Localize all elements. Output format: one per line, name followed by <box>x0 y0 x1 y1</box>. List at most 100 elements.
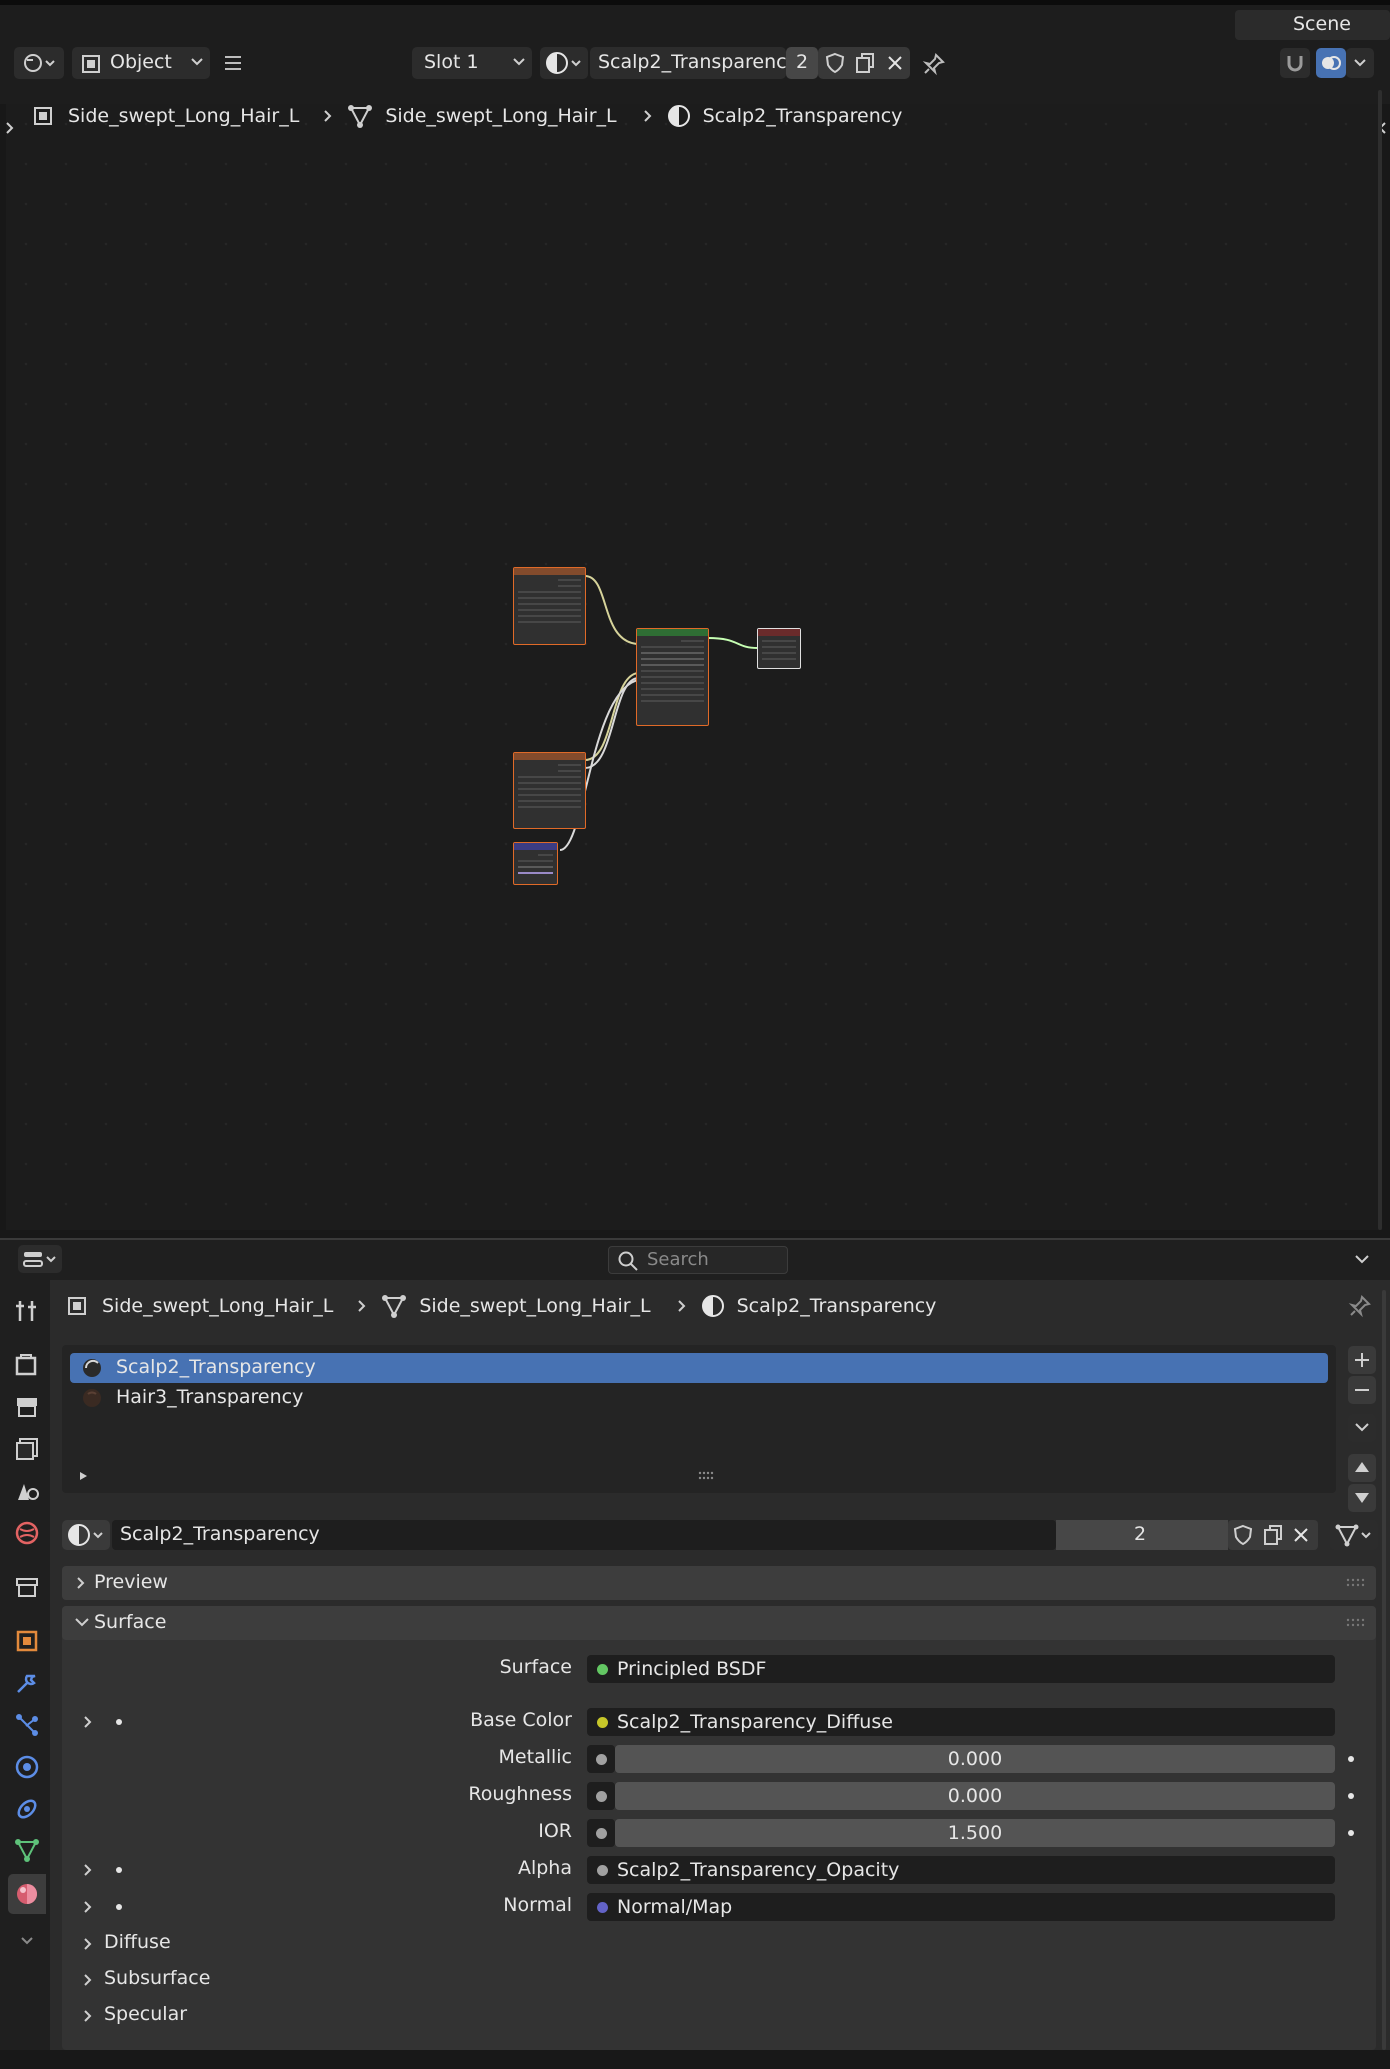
link-data-dropdown[interactable] <box>1330 1520 1378 1550</box>
pin-icon[interactable] <box>1348 1294 1372 1318</box>
output-tab-icon[interactable] <box>14 1394 40 1420</box>
move-slot-up-button[interactable] <box>1348 1454 1376 1482</box>
properties-editor-type-button[interactable] <box>18 1245 62 1273</box>
chevron-down-icon <box>1354 1422 1370 1434</box>
normal-label: Normal <box>503 1894 572 1916</box>
ior-slider[interactable]: 1.500 <box>615 1819 1335 1847</box>
slot-specials-button[interactable] <box>1348 1414 1376 1442</box>
chevron-right-icon[interactable] <box>83 1972 93 1988</box>
link-bsdf <box>707 637 759 649</box>
panel-preview[interactable]: Preview <box>62 1566 1376 1600</box>
move-slot-down-button[interactable] <box>1348 1484 1376 1512</box>
alpha-label: Alpha <box>517 1857 572 1879</box>
link-indicator <box>116 1867 122 1873</box>
remove-slot-button[interactable] <box>1348 1376 1376 1404</box>
particles-tab-icon[interactable] <box>14 1712 40 1738</box>
metallic-slider[interactable]: 0.000 <box>615 1745 1335 1773</box>
surface-shader-field[interactable]: Principled BSDF <box>587 1655 1335 1683</box>
keyframe-dot[interactable] <box>1348 1793 1354 1799</box>
properties-scrollbar[interactable] <box>1382 1290 1386 2050</box>
tool-tab-icon[interactable] <box>14 1298 40 1324</box>
metallic-label: Metallic <box>498 1746 572 1768</box>
object-icon <box>66 1295 88 1317</box>
metallic-socket[interactable] <box>587 1745 615 1773</box>
socket-float-icon <box>597 1865 608 1876</box>
object-tab-icon[interactable] <box>14 1628 40 1654</box>
surface-label: Surface <box>499 1656 572 1678</box>
subpanel-subsurface[interactable]: Subsurface <box>104 1967 210 1989</box>
triangle-down-icon <box>1353 1491 1371 1505</box>
material-tab-icon <box>14 1881 40 1907</box>
breadcrumb-object: Side_swept_Long_Hair_L <box>102 1295 334 1317</box>
node-principled-bsdf[interactable] <box>636 628 709 726</box>
panel-surface[interactable]: Surface <box>62 1606 1376 1640</box>
material-name: Scalp2_Transparency <box>120 1523 320 1545</box>
alpha-field[interactable]: Scalp2_Transparency_Opacity <box>587 1856 1335 1884</box>
material-slot-list[interactable]: Scalp2_Transparency Hair3_Transparency <box>62 1345 1336 1493</box>
drag-handle-icon[interactable] <box>1346 1618 1366 1628</box>
view-layer-tab-icon[interactable] <box>14 1436 40 1462</box>
list-item[interactable]: Scalp2_Transparency <box>70 1353 1328 1383</box>
duplicate-icon[interactable] <box>1262 1524 1284 1546</box>
material-users-count[interactable]: 2 <box>1056 1520 1228 1550</box>
status-bar <box>0 2050 1390 2069</box>
properties-search-input[interactable]: Search <box>608 1246 788 1274</box>
material-tab[interactable] <box>8 1874 46 1914</box>
material-preview-icon <box>80 1386 104 1410</box>
chevron-down-icon <box>74 1617 90 1629</box>
node-normal-map[interactable] <box>513 842 558 885</box>
keyframe-dot[interactable] <box>1348 1756 1354 1762</box>
panel-title: Surface <box>94 1611 167 1633</box>
base-color-field[interactable]: Scalp2_Transparency_Diffuse <box>587 1708 1335 1736</box>
chevron-down-icon[interactable] <box>1354 1254 1370 1266</box>
add-slot-button[interactable] <box>1348 1346 1376 1374</box>
node-material-output[interactable] <box>757 628 801 669</box>
link-color <box>584 575 639 645</box>
socket-float-icon <box>596 1828 607 1839</box>
modifier-tab-icon[interactable] <box>14 1670 40 1696</box>
chevron-right-icon <box>357 1298 367 1314</box>
render-tab-icon[interactable] <box>14 1352 40 1378</box>
chevron-right-icon[interactable] <box>83 1862 93 1878</box>
link-indicator <box>116 1904 122 1910</box>
chevron-right-icon <box>76 1575 86 1591</box>
close-icon[interactable] <box>1290 1524 1312 1546</box>
socket-float-icon <box>596 1791 607 1802</box>
socket-vector-icon <box>597 1902 608 1913</box>
chevron-right-icon[interactable] <box>83 1899 93 1915</box>
fake-user-shield-icon[interactable] <box>1232 1524 1254 1546</box>
plus-icon <box>1352 1350 1372 1370</box>
data-tab-icon[interactable] <box>14 1838 40 1864</box>
breadcrumb-material: Scalp2_Transparency <box>736 1295 937 1317</box>
breadcrumb-mesh: Side_swept_Long_Hair_L <box>419 1295 651 1317</box>
collection-tab-icon[interactable] <box>14 1574 40 1600</box>
roughness-socket[interactable] <box>587 1782 615 1810</box>
normal-field[interactable]: Normal/Map <box>587 1893 1335 1921</box>
keyframe-dot[interactable] <box>1348 1830 1354 1836</box>
roughness-slider[interactable]: 0.000 <box>615 1782 1335 1810</box>
chevron-right-icon[interactable] <box>83 2008 93 2024</box>
subpanel-specular[interactable]: Specular <box>104 2003 187 2025</box>
node-image-texture-opacity[interactable] <box>513 752 586 829</box>
material-browse-button[interactable] <box>62 1520 110 1550</box>
constraints-tab-icon[interactable] <box>14 1796 40 1822</box>
chevron-down-icon[interactable] <box>20 1936 34 1946</box>
search-icon <box>617 1250 639 1272</box>
ior-socket[interactable] <box>587 1819 615 1847</box>
resize-handle-icon[interactable] <box>698 1471 716 1481</box>
triangle-right-icon[interactable] <box>78 1471 88 1481</box>
scene-tab-icon[interactable] <box>14 1478 40 1504</box>
material-sphere-icon <box>701 1294 725 1318</box>
chevron-right-icon[interactable] <box>83 1936 93 1952</box>
material-name-field[interactable]: Scalp2_Transparency <box>112 1520 1056 1550</box>
drag-handle-icon[interactable] <box>1346 1578 1366 1588</box>
list-item[interactable]: Hair3_Transparency <box>70 1383 1328 1413</box>
node-image-texture-diffuse[interactable] <box>513 567 586 645</box>
chevron-right-icon[interactable] <box>83 1714 93 1730</box>
subpanel-diffuse[interactable]: Diffuse <box>104 1931 171 1953</box>
physics-tab-icon[interactable] <box>14 1754 40 1780</box>
socket-shader-icon <box>597 1664 608 1675</box>
chevron-right-icon <box>677 1298 687 1314</box>
material-actions <box>1228 1520 1318 1550</box>
world-tab-icon[interactable] <box>14 1520 40 1546</box>
